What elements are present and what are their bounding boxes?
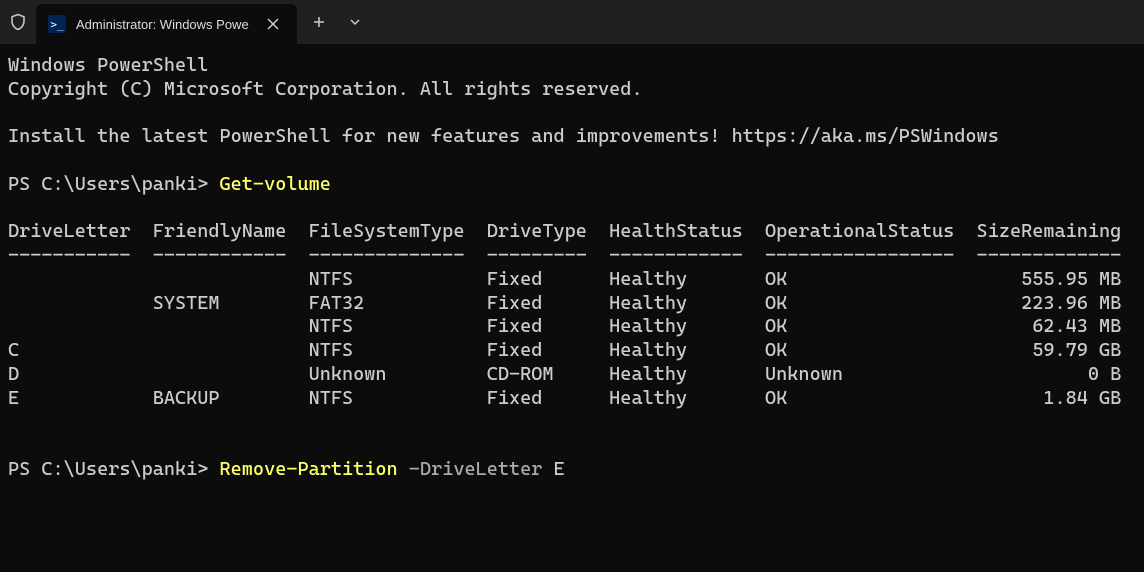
new-tab-button[interactable]	[305, 8, 333, 36]
dropdown-icon[interactable]	[341, 8, 369, 36]
powershell-icon: >_	[48, 15, 66, 33]
tab-title: Administrator: Windows Powe	[76, 17, 249, 32]
terminal-output[interactable]: Windows PowerShell Copyright (C) Microso…	[0, 44, 1144, 492]
titlebar: >_ Administrator: Windows Powe	[0, 0, 1144, 44]
tab-powershell[interactable]: >_ Administrator: Windows Powe	[36, 4, 297, 44]
shield-icon	[0, 0, 36, 44]
close-icon[interactable]	[259, 10, 287, 38]
